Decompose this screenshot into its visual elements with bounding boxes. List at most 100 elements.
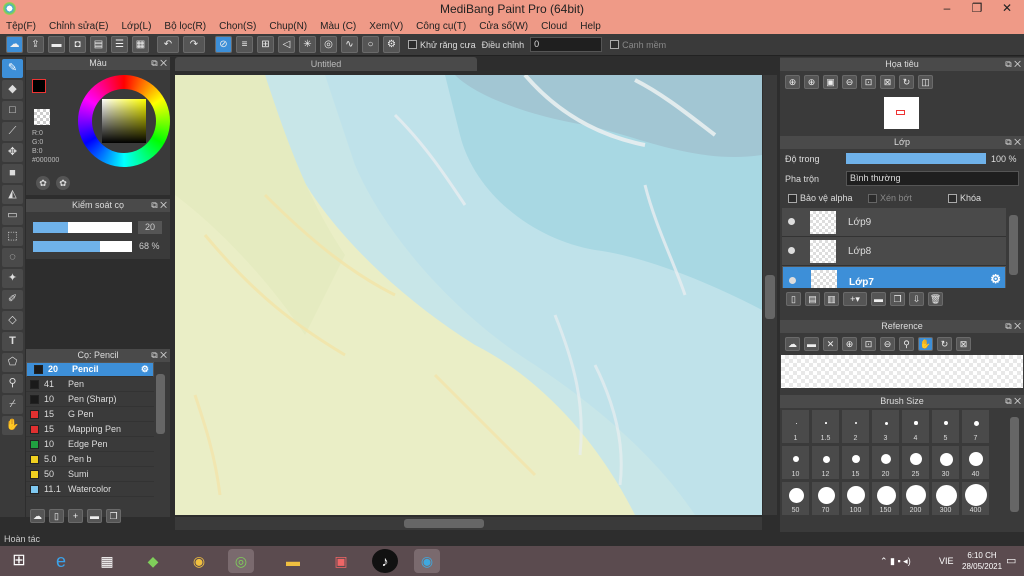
- new-halftone-layer-icon[interactable]: ▤: [805, 292, 820, 306]
- share-icon[interactable]: ⇪: [27, 36, 44, 53]
- undo-icon[interactable]: ↶: [157, 36, 179, 53]
- brush-size-value[interactable]: 20: [138, 221, 162, 234]
- brush-item[interactable]: 10 Pen (Sharp): [26, 392, 154, 407]
- clipping-option[interactable]: Xén bớt: [868, 193, 912, 203]
- full-view-icon[interactable]: ⊠: [880, 75, 895, 89]
- bluestacks-icon[interactable]: ◆: [140, 549, 166, 573]
- ref-fit-icon[interactable]: ⊡: [861, 337, 876, 351]
- fit-window-icon[interactable]: ⊡: [861, 75, 876, 89]
- bucket-tool-icon[interactable]: ◭: [2, 185, 23, 204]
- brush-size-cell[interactable]: 15: [841, 445, 870, 480]
- divide-tool-icon[interactable]: ⬠: [2, 353, 23, 372]
- brush-cloud-icon[interactable]: ☁: [30, 509, 45, 523]
- gradient-tool-icon[interactable]: ▭: [2, 206, 23, 225]
- brush-opacity-slider[interactable]: [33, 241, 132, 252]
- line-tool-icon[interactable]: ⟋: [2, 122, 23, 141]
- navigator-preview[interactable]: [884, 97, 919, 129]
- brush-item[interactable]: 15 G Pen: [26, 407, 154, 422]
- ref-hand-icon[interactable]: ✋: [918, 337, 933, 351]
- panel-close-icon[interactable]: ⧉ ✕: [1005, 58, 1021, 71]
- brush-size-cell[interactable]: 25: [901, 445, 930, 480]
- ref-close-icon[interactable]: ✕: [823, 337, 838, 351]
- brush-size-cell[interactable]: 12: [811, 445, 840, 480]
- panel-close-icon[interactable]: ⧉ ✕: [151, 349, 167, 362]
- clock[interactable]: 6:10 CH 28/05/2021: [962, 550, 1002, 572]
- new-1bit-layer-icon[interactable]: ▥: [824, 292, 839, 306]
- brush-size-cell[interactable]: 400: [961, 481, 990, 516]
- edge-checkbox[interactable]: [610, 40, 620, 49]
- layer-settings-icon[interactable]: ⚙: [990, 273, 1001, 286]
- panel-close-icon[interactable]: ⧉ ✕: [151, 199, 167, 212]
- select-pen-tool-icon[interactable]: ✐: [2, 290, 23, 309]
- brush-size-cell[interactable]: 150: [871, 481, 900, 516]
- brush-size-cell[interactable]: 3: [871, 409, 900, 444]
- coccoc-icon[interactable]: ◎: [228, 549, 254, 573]
- brush-size-cell[interactable]: 7: [961, 409, 990, 444]
- saturation-square[interactable]: [102, 99, 146, 143]
- maximize-button[interactable]: ❐: [962, 0, 992, 18]
- brush-size-cell[interactable]: 100: [841, 481, 870, 516]
- panel-close-icon[interactable]: ⧉ ✕: [1005, 136, 1021, 149]
- brush-settings-icon[interactable]: ⚙: [141, 363, 149, 376]
- eyedropper-tool-icon[interactable]: ⚲: [2, 374, 23, 393]
- menu-filter[interactable]: Bộ lọc(R): [164, 21, 206, 32]
- menu-cloud[interactable]: Cloud: [541, 21, 567, 32]
- antialias-checkbox[interactable]: [408, 40, 417, 49]
- select-tool-icon[interactable]: ⬚: [2, 227, 23, 246]
- perspective-snap-icon[interactable]: ◁: [278, 36, 295, 53]
- layer-list-scrollbar[interactable]: [1009, 215, 1018, 275]
- document-tab[interactable]: Untitled: [175, 57, 477, 71]
- menu-file[interactable]: Tệp(F): [6, 21, 36, 32]
- brush-item[interactable]: 10 Edge Pen: [26, 437, 154, 452]
- brush-size-cell[interactable]: 10: [781, 445, 810, 480]
- dropper-tool-icon[interactable]: ⌿: [2, 395, 23, 414]
- magic-wand-tool-icon[interactable]: ✦: [2, 269, 23, 288]
- brush-size-cell[interactable]: 300: [931, 481, 960, 516]
- lock-option[interactable]: Khóa: [948, 193, 981, 203]
- layer-folder-icon[interactable]: ▬: [871, 292, 886, 306]
- adjust-select[interactable]: 0: [530, 37, 603, 52]
- transparent-swatch[interactable]: [34, 109, 50, 125]
- protect-alpha-option[interactable]: Bảo vệ alpha: [788, 193, 853, 203]
- chat-icon[interactable]: ◘: [69, 36, 86, 53]
- menu-tools[interactable]: Công cụ(T): [416, 21, 466, 32]
- brush-item[interactable]: 15 Mapping Pen: [26, 422, 154, 437]
- ref-zoom-in-icon[interactable]: ⊕: [842, 337, 857, 351]
- cross-snap-icon[interactable]: ⊞: [257, 36, 274, 53]
- lasso-tool-icon[interactable]: ◌: [2, 248, 23, 267]
- ref-full-icon[interactable]: ⊠: [956, 337, 971, 351]
- brush-item[interactable]: 50 Sumi: [26, 467, 154, 482]
- eye-icon[interactable]: [788, 247, 795, 254]
- brush-item[interactable]: 11.1 Watercolor: [26, 482, 154, 497]
- layer-row[interactable]: Lớp9: [782, 208, 1006, 237]
- brush-size-cell[interactable]: 50: [781, 481, 810, 516]
- text-tool-icon[interactable]: T: [2, 332, 23, 351]
- menu-color[interactable]: Màu (C): [320, 21, 356, 32]
- brush-item[interactable]: 41 Pen: [26, 377, 154, 392]
- brush-size-cell[interactable]: 4: [901, 409, 930, 444]
- panel-close-icon[interactable]: ⧉ ✕: [1005, 395, 1021, 408]
- ref-open-icon[interactable]: ▬: [804, 337, 819, 351]
- brush-size-cell[interactable]: 70: [811, 481, 840, 516]
- brush-size-cell[interactable]: 40: [961, 445, 990, 480]
- ie-browser-icon[interactable]: e: [48, 549, 74, 573]
- no-snap-icon[interactable]: ⊘: [215, 36, 232, 53]
- brush-size-cell[interactable]: 2: [841, 409, 870, 444]
- curve-snap-icon[interactable]: ∿: [341, 36, 358, 53]
- copy-brush-icon[interactable]: ❐: [106, 509, 121, 523]
- eye-icon[interactable]: [788, 218, 795, 225]
- hue-wheel[interactable]: [78, 75, 170, 167]
- layer-row[interactable]: Lớp8: [782, 237, 1006, 266]
- notifications-icon[interactable]: ▭: [1006, 554, 1016, 567]
- tiktok-icon[interactable]: ♪: [372, 549, 398, 573]
- canvas-vertical-scrollbar[interactable]: [763, 75, 777, 515]
- menu-help[interactable]: Help: [580, 21, 601, 32]
- ref-cloud-icon[interactable]: ☁: [785, 337, 800, 351]
- brush-size-slider[interactable]: [33, 222, 132, 233]
- ref-eyedropper-icon[interactable]: ⚲: [899, 337, 914, 351]
- select-eraser-tool-icon[interactable]: ◇: [2, 311, 23, 330]
- hand-tool-icon[interactable]: ✋: [2, 416, 23, 435]
- concentric-snap-icon[interactable]: ◎: [320, 36, 337, 53]
- menu-edit[interactable]: Chỉnh sửa(E): [49, 21, 109, 32]
- layer-opacity-slider[interactable]: [846, 153, 986, 164]
